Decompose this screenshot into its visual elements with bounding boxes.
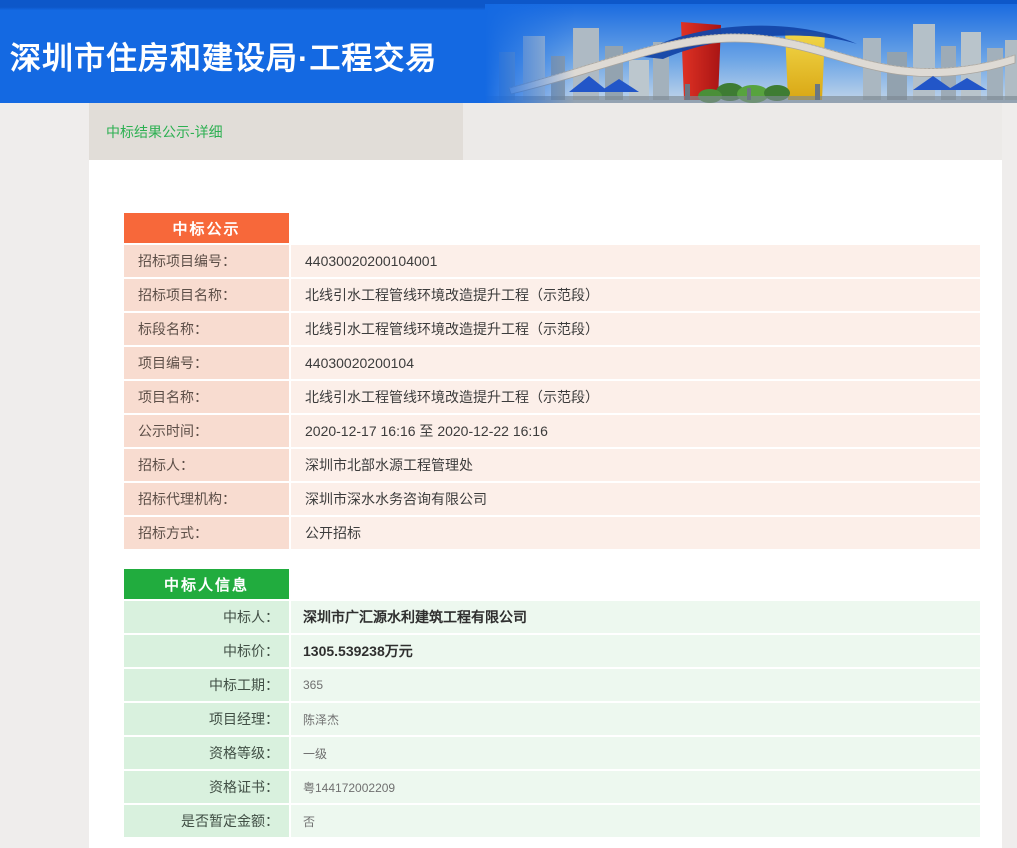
field-label: 招标代理机构： xyxy=(124,483,289,515)
field-label: 资格证书： xyxy=(124,771,289,803)
field-label: 项目名称： xyxy=(124,381,289,413)
field-label: 招标方式： xyxy=(124,517,289,549)
table-row: 中标人：深圳市广汇源水利建筑工程有限公司 xyxy=(124,601,980,633)
table-row: 项目编号：44030020200104 xyxy=(124,347,980,379)
field-value: 44030020200104001 xyxy=(291,245,980,277)
field-value: 深圳市北部水源工程管理处 xyxy=(291,449,980,481)
table-row: 中标工期：365 xyxy=(124,669,980,701)
table-row: 资格等级：一级 xyxy=(124,737,980,769)
field-value: 陈泽杰 xyxy=(291,703,980,735)
field-label: 中标价： xyxy=(124,635,289,667)
table-row: 招标代理机构：深圳市深水水务咨询有限公司 xyxy=(124,483,980,515)
breadcrumb-label: 中标结果公示-详细 xyxy=(106,122,223,142)
field-value: 北线引水工程管线环境改造提升工程（示范段） xyxy=(291,381,980,413)
field-label: 招标项目名称： xyxy=(124,279,289,311)
field-value: 深圳市深水水务咨询有限公司 xyxy=(291,483,980,515)
field-value: 一级 xyxy=(291,737,980,769)
breadcrumb-band-inner: 中标结果公示-详细 xyxy=(89,103,1002,160)
field-value: 深圳市广汇源水利建筑工程有限公司 xyxy=(291,601,980,633)
field-label: 公示时间： xyxy=(124,415,289,447)
table-row: 资格证书：粤144172002209 xyxy=(124,771,980,803)
winner-info-table: 中标人：深圳市广汇源水利建筑工程有限公司中标价：1305.539238万元中标工… xyxy=(124,601,980,837)
bid-announcement-title: 中标公示 xyxy=(172,218,240,239)
field-value: 粤144172002209 xyxy=(291,771,980,803)
field-value: 公开招标 xyxy=(291,517,980,549)
field-label: 标段名称： xyxy=(124,313,289,345)
field-label: 招标项目编号： xyxy=(124,245,289,277)
field-value: 2020-12-17 16:16 至 2020-12-22 16:16 xyxy=(291,415,980,447)
table-row: 招标方式：公开招标 xyxy=(124,517,980,549)
table-row: 项目名称：北线引水工程管线环境改造提升工程（示范段） xyxy=(124,381,980,413)
field-label: 项目编号： xyxy=(124,347,289,379)
breadcrumb-band: 中标结果公示-详细 xyxy=(0,103,1017,160)
field-value: 365 xyxy=(291,669,980,701)
site-header: 深圳市住房和建设局·工程交易 xyxy=(0,0,1017,103)
field-label: 中标人： xyxy=(124,601,289,633)
table-row: 公示时间：2020-12-17 16:16 至 2020-12-22 16:16 xyxy=(124,415,980,447)
field-label: 是否暂定金额： xyxy=(124,805,289,837)
field-value: 北线引水工程管线环境改造提升工程（示范段） xyxy=(291,313,980,345)
table-row: 项目经理：陈泽杰 xyxy=(124,703,980,735)
cityscape-banner-image xyxy=(485,4,1017,103)
winner-info-section: 中标人信息 中标人：深圳市广汇源水利建筑工程有限公司中标价：1305.53923… xyxy=(124,569,980,837)
bid-announcement-table: 招标项目编号：44030020200104001招标项目名称：北线引水工程管线环… xyxy=(124,245,980,549)
winner-info-header: 中标人信息 xyxy=(124,569,289,599)
table-row: 招标项目名称：北线引水工程管线环境改造提升工程（示范段） xyxy=(124,279,980,311)
field-label: 项目经理： xyxy=(124,703,289,735)
table-row: 招标项目编号：44030020200104001 xyxy=(124,245,980,277)
shenzhen-civic-center-icon xyxy=(485,4,1017,103)
field-label: 资格等级： xyxy=(124,737,289,769)
field-value: 否 xyxy=(291,805,980,837)
bid-announcement-section: 中标公示 招标项目编号：44030020200104001招标项目名称：北线引水… xyxy=(124,213,980,549)
field-value: 1305.539238万元 xyxy=(291,635,980,667)
breadcrumb-tab[interactable]: 中标结果公示-详细 xyxy=(89,103,463,160)
winner-info-title: 中标人信息 xyxy=(164,574,249,595)
table-row: 标段名称：北线引水工程管线环境改造提升工程（示范段） xyxy=(124,313,980,345)
bid-announcement-header: 中标公示 xyxy=(124,213,289,243)
table-row: 中标价：1305.539238万元 xyxy=(124,635,980,667)
site-title: 深圳市住房和建设局·工程交易 xyxy=(10,33,437,78)
table-row: 招标人：深圳市北部水源工程管理处 xyxy=(124,449,980,481)
field-label: 招标人： xyxy=(124,449,289,481)
field-value: 北线引水工程管线环境改造提升工程（示范段） xyxy=(291,279,980,311)
field-label: 中标工期： xyxy=(124,669,289,701)
table-row: 是否暂定金额：否 xyxy=(124,805,980,837)
content-area: 中标公示 招标项目编号：44030020200104001招标项目名称：北线引水… xyxy=(89,160,1002,848)
field-value: 44030020200104 xyxy=(291,347,980,379)
page: 深圳市住房和建设局·工程交易 xyxy=(0,0,1017,848)
